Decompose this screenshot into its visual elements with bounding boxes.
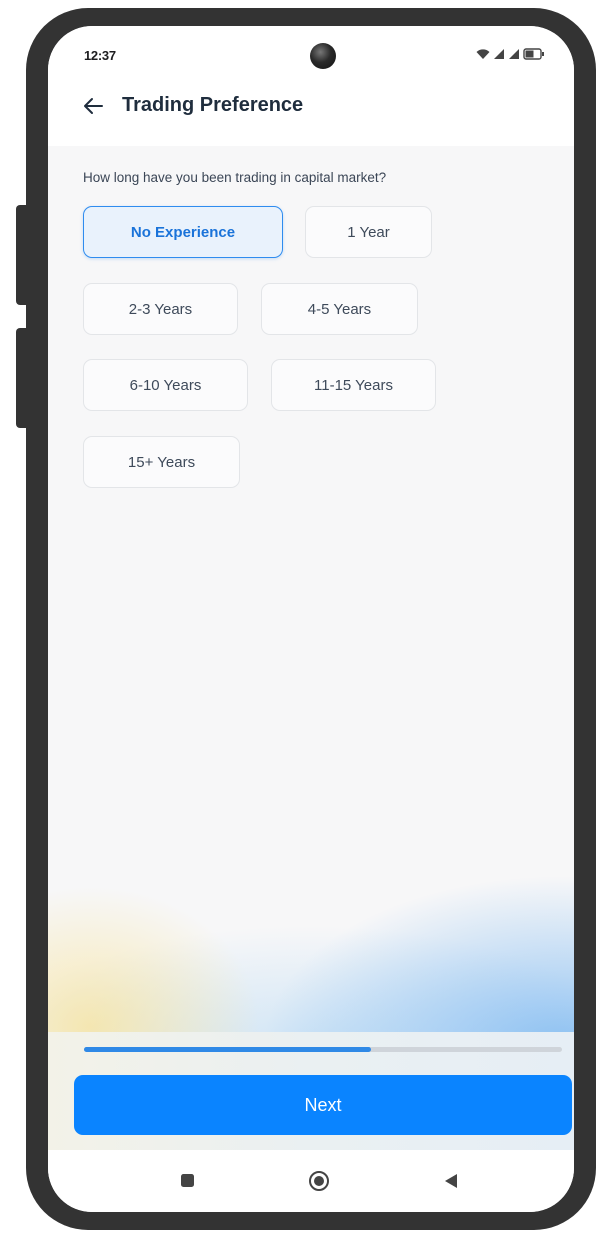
next-button[interactable]: Next (74, 1075, 572, 1135)
circle-icon[interactable] (308, 1170, 330, 1192)
screen: 12:37 Trading Preference How long have y… (48, 26, 574, 1212)
question-text: How long have you been trading in capita… (83, 170, 387, 185)
option-4-5-years[interactable]: 4-5 Years (261, 283, 418, 335)
wifi-icon (476, 49, 490, 59)
option-15-plus-years[interactable]: 15+ Years (83, 436, 240, 488)
signal-icon (509, 49, 519, 59)
page-title: Trading Preference (122, 94, 304, 116)
arrow-left-icon[interactable] (82, 95, 104, 117)
square-icon[interactable] (180, 1173, 195, 1188)
option-1-year[interactable]: 1 Year (305, 206, 432, 258)
option-2-3-years[interactable]: 2-3 Years (83, 283, 238, 335)
phone-frame: 12:37 Trading Preference How long have y… (26, 8, 596, 1230)
app-header: Trading Preference (82, 94, 303, 117)
decorative-gradient (48, 806, 574, 1046)
app-header-area (48, 26, 574, 146)
triangle-left-icon[interactable] (444, 1173, 458, 1189)
option-no-experience[interactable]: No Experience (83, 206, 283, 258)
progress-bar (84, 1047, 562, 1052)
progress-fill (84, 1047, 371, 1052)
status-time: 12:37 (84, 48, 116, 63)
battery-icon (523, 48, 544, 60)
front-camera (310, 43, 336, 69)
signal-icon (494, 49, 504, 59)
option-11-15-years[interactable]: 11-15 Years (271, 359, 436, 411)
status-icons (476, 48, 545, 60)
android-nav-bar (48, 1150, 574, 1212)
option-6-10-years[interactable]: 6-10 Years (83, 359, 248, 411)
